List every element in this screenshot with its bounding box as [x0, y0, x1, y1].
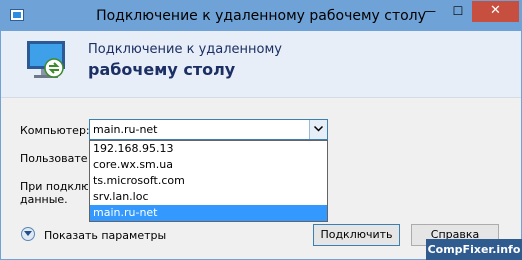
note-text-line1: При подключении [20, 180, 88, 193]
dropdown-option-selected[interactable]: main.ru-net [90, 205, 327, 221]
close-button[interactable]: ✕ [472, 1, 519, 22]
connect-button[interactable]: Подключить [313, 224, 400, 246]
computer-combobox[interactable]: main.ru-net [89, 119, 328, 140]
expand-down-icon [24, 231, 32, 236]
title-bar[interactable]: Подключение к удаленному рабочему столу … [1, 1, 521, 31]
dropdown-option[interactable]: core.wx.sm.ua [90, 157, 327, 173]
show-options-label[interactable]: Показать параметры [44, 229, 166, 242]
header-title-line2: рабочему столу [88, 60, 236, 79]
dropdown-option[interactable]: 192.168.95.13 [90, 141, 327, 157]
computer-input[interactable]: main.ru-net [93, 123, 158, 136]
computer-label: Компьютер: [20, 124, 90, 137]
header-title-line1: Подключение к удаленному [88, 42, 282, 57]
dropdown-arrow-button[interactable] [309, 120, 327, 139]
header-banner: Подключение к удаленному рабочему столу [1, 31, 521, 98]
note-text-line2: данные. [20, 193, 68, 206]
dropdown-option[interactable]: ts.microsoft.com [90, 173, 327, 189]
maximize-button[interactable]: ☐ [444, 1, 472, 22]
minimize-button[interactable]: — [416, 1, 444, 22]
show-options-toggle[interactable] [21, 227, 35, 241]
dropdown-option[interactable]: srv.lan.loc [90, 189, 327, 205]
rdp-window: Подключение к удаленному рабочему столу … [0, 0, 522, 260]
remote-desktop-monitor-icon [27, 41, 65, 78]
user-label: Пользователь [20, 152, 88, 165]
computer-dropdown-list: 192.168.95.13 core.wx.sm.ua ts.microsoft… [89, 140, 328, 222]
watermark-logo: CompFixer.info [426, 239, 522, 260]
chevron-down-icon [314, 126, 323, 132]
